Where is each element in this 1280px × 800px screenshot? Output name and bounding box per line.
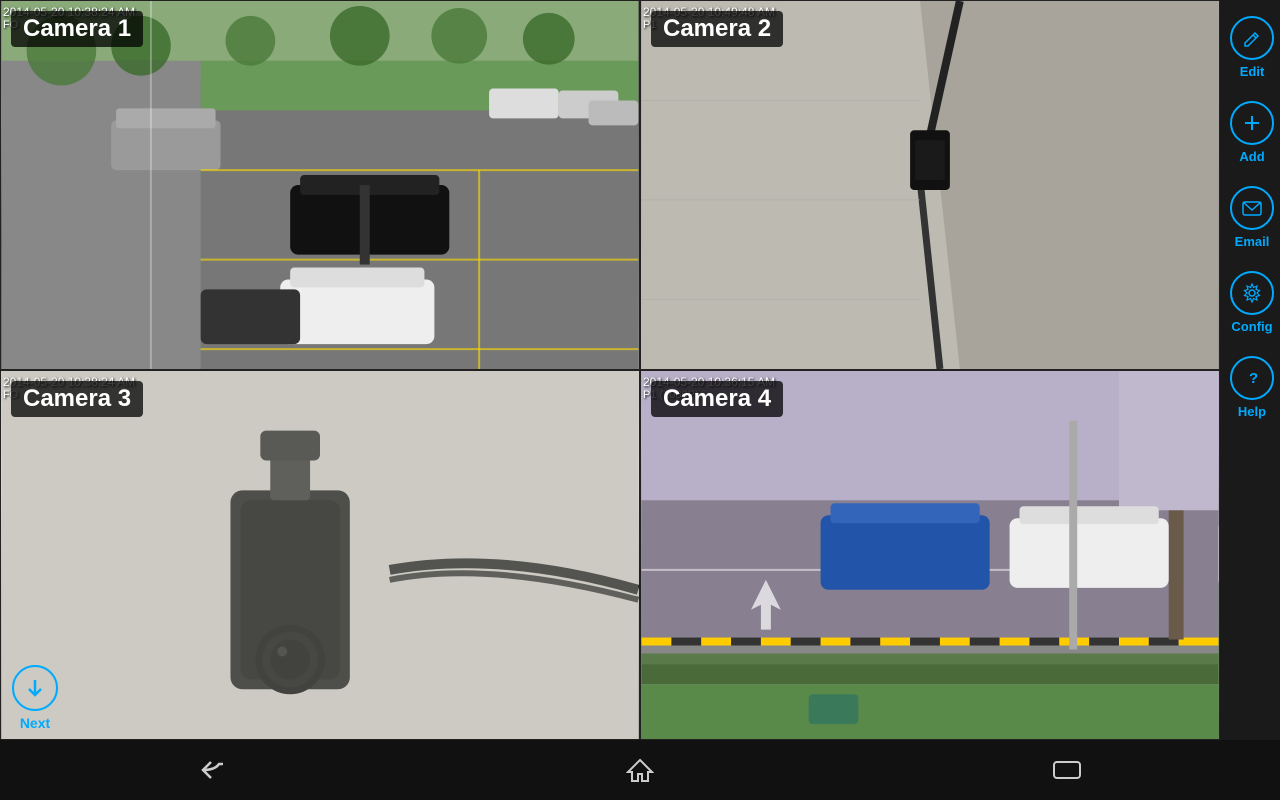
camera4-cell[interactable]: 2014-05-20 10:36:15 AM P1 (1080P) Camera… — [640, 370, 1220, 740]
config-label: Config — [1231, 319, 1272, 334]
help-icon: ? — [1230, 356, 1274, 400]
camera-grid: 2014-05-20 10:38:24 AM FO Camera 1 — [0, 0, 1220, 740]
camera1-label: Camera 1 — [11, 11, 143, 47]
help-label: Help — [1238, 404, 1266, 419]
add-icon — [1230, 101, 1274, 145]
next-icon — [12, 665, 58, 711]
next-label: Next — [20, 715, 50, 731]
camera-area: 2014-05-20 10:38:24 AM FO Camera 1 — [0, 0, 1280, 740]
help-button[interactable]: ? Help — [1220, 350, 1280, 425]
home-button[interactable] — [427, 740, 854, 800]
camera4-label: Camera 4 — [651, 381, 783, 417]
edit-button[interactable]: Edit — [1220, 10, 1280, 85]
email-label: Email — [1235, 234, 1270, 249]
sidebar: Edit Add Email — [1220, 0, 1280, 740]
email-icon — [1230, 186, 1274, 230]
next-button[interactable]: Next — [0, 658, 70, 738]
camera2-label: Camera 2 — [651, 11, 783, 47]
config-button[interactable]: Config — [1220, 265, 1280, 340]
camera3-label: Camera 3 — [11, 381, 143, 417]
svg-text:?: ? — [1249, 370, 1258, 387]
camera3-cell[interactable]: 2014-05-20 10:38:24 AM FO Camera 3 — [0, 370, 640, 740]
camera1-cell[interactable]: 2014-05-20 10:38:24 AM FO Camera 1 — [0, 0, 640, 370]
main-container: 2014-05-20 10:38:24 AM FO Camera 1 — [0, 0, 1280, 800]
add-label: Add — [1239, 149, 1264, 164]
config-icon — [1230, 271, 1274, 315]
bottom-bar: Next — [0, 740, 1280, 800]
email-button[interactable]: Email — [1220, 180, 1280, 255]
edit-icon — [1230, 16, 1274, 60]
recent-button[interactable] — [853, 740, 1280, 800]
back-button[interactable] — [0, 740, 427, 800]
edit-label: Edit — [1240, 64, 1265, 79]
camera2-cell[interactable]: 2014-05-20 10:49:48 AM P1 Camera 2 — [640, 0, 1220, 370]
add-button[interactable]: Add — [1220, 95, 1280, 170]
